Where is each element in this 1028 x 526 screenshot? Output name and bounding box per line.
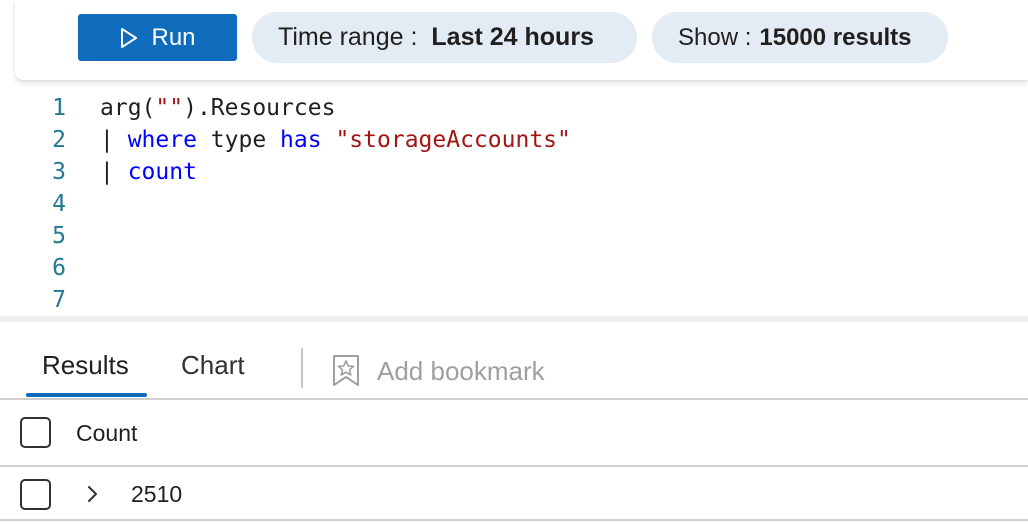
- line-number: 5: [52, 223, 66, 249]
- count-cell: 2510: [131, 481, 183, 507]
- line-number: 4: [52, 191, 66, 217]
- code-token-plain: |: [100, 159, 128, 185]
- tab-selected-indicator: [26, 393, 147, 397]
- code-line[interactable]: 1 arg("").Resources: [0, 95, 1028, 127]
- select-all-checkbox[interactable]: [20, 417, 51, 448]
- add-bookmark-button[interactable]: Add bookmark: [331, 354, 545, 388]
- code-token-plain: |: [100, 127, 128, 153]
- tab-chart[interactable]: Chart: [181, 350, 245, 381]
- show-label: Show :: [678, 23, 752, 51]
- code-token-keyword: has: [280, 127, 322, 153]
- bookmark-star-icon: [331, 354, 361, 388]
- table-row[interactable]: 2510: [0, 467, 1028, 521]
- code-text: | where type has "storageAccounts": [100, 127, 571, 153]
- code-line[interactable]: 6: [0, 255, 1028, 287]
- line-number: 3: [52, 159, 66, 185]
- code-token-keyword: where: [127, 127, 197, 153]
- code-token-keyword: count: [127, 159, 197, 185]
- code-text: arg("").Resources: [100, 95, 335, 121]
- line-number: 6: [52, 255, 66, 281]
- time-range-label: Time range :: [278, 23, 418, 51]
- run-button-label: Run: [151, 23, 196, 51]
- code-token-string: "storageAccounts": [335, 127, 571, 153]
- code-token-string: "": [155, 95, 184, 121]
- code-text: | count: [100, 159, 197, 185]
- results-tab-bar: Results Chart Add bookmark: [0, 322, 1028, 398]
- tab-divider: [301, 348, 303, 388]
- add-bookmark-label: Add bookmark: [377, 355, 545, 386]
- code-line[interactable]: 7: [0, 287, 1028, 319]
- line-number: 1: [52, 95, 66, 121]
- chevron-right-icon[interactable]: [84, 482, 102, 506]
- code-token-plain: ).Resources: [183, 95, 336, 121]
- code-line[interactable]: 2 | where type has "storageAccounts": [0, 127, 1028, 159]
- tab-results[interactable]: Results: [42, 350, 129, 381]
- query-editor[interactable]: 1 arg("").Resources 2 | where type has "sto…: [0, 80, 1028, 316]
- column-header-count[interactable]: Count: [76, 420, 137, 447]
- code-token-plain: type: [196, 127, 281, 153]
- time-range-value: Last 24 hours: [431, 23, 594, 51]
- line-number: 7: [52, 287, 66, 313]
- row-checkbox[interactable]: [20, 479, 51, 510]
- query-toolbar: Run Time range : Last 24 hours Show : 15…: [15, 0, 1028, 80]
- show-results-selector[interactable]: Show : 15000 results: [652, 12, 948, 63]
- line-number: 2: [52, 127, 66, 153]
- time-range-selector[interactable]: Time range : Last 24 hours: [252, 12, 637, 63]
- code-line[interactable]: 4: [0, 191, 1028, 223]
- code-line[interactable]: 3 | count: [0, 159, 1028, 191]
- run-button[interactable]: Run: [78, 14, 237, 61]
- row-divider: [0, 519, 1028, 521]
- table-header-row: Count: [0, 400, 1028, 465]
- play-icon: [119, 27, 139, 49]
- code-line[interactable]: 5: [0, 223, 1028, 255]
- code-token-plain: arg(: [100, 95, 156, 121]
- show-value: 15000 results: [759, 23, 912, 51]
